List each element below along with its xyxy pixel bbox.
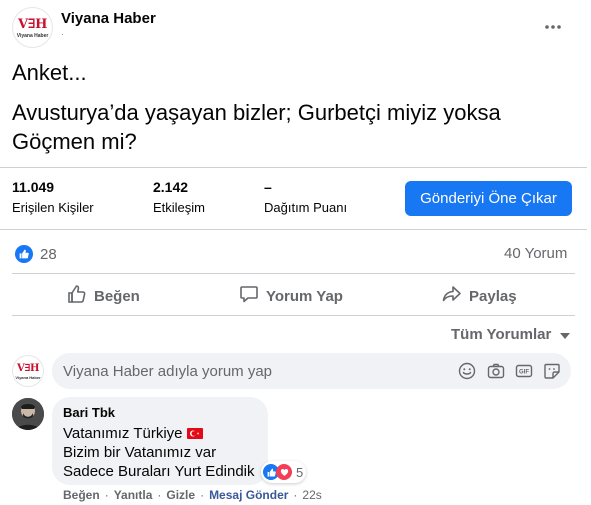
comment-line: Bizim bir Vatanımız var xyxy=(63,444,217,461)
engagement-stat: 2.142 Etkileşim xyxy=(153,179,205,215)
comment-like-link[interactable]: Beğen xyxy=(63,488,100,502)
divider xyxy=(12,273,575,274)
reaction-count: 28 xyxy=(40,245,57,263)
gif-icon[interactable]: GIF xyxy=(514,361,534,381)
svg-text:GIF: GIF xyxy=(519,370,529,376)
distribution-stat: – Dağıtım Puanı xyxy=(264,179,347,215)
post-meta: · xyxy=(61,30,64,39)
avatar[interactable] xyxy=(12,398,44,430)
emoji-icon[interactable] xyxy=(457,361,477,381)
like-label: Beğen xyxy=(94,287,140,305)
comment-reactions-badge[interactable]: 5 xyxy=(261,461,307,483)
comment-author-link[interactable]: Bari Tbk xyxy=(63,405,115,420)
comment-hide-link[interactable]: Gizle xyxy=(166,488,195,502)
page-name-link[interactable]: Viyana Haber xyxy=(61,10,156,27)
reactions-summary[interactable]: 28 xyxy=(15,244,57,264)
sticker-icon[interactable] xyxy=(542,361,562,381)
thumbs-up-icon xyxy=(67,284,87,309)
comment-timestamp[interactable]: 22s xyxy=(302,488,321,502)
comment-sort-dropdown[interactable]: Tüm Yorumlar xyxy=(451,326,571,343)
separator-dot: · xyxy=(157,488,162,502)
post-body: Avusturya’da yaşayan bizler; Gurbetçi mi… xyxy=(12,100,501,154)
share-button[interactable]: Paylaş xyxy=(442,283,517,309)
turkey-flag-icon xyxy=(186,428,203,439)
post-header: V∃H Viyana Haber Viyana Haber · xyxy=(0,0,591,56)
send-message-link[interactable]: Mesaj Gönder xyxy=(209,488,288,502)
composer-avatar-logo: V∃H Viyana Haber xyxy=(12,355,44,387)
logo-subtitle: Viyana Haber xyxy=(16,33,49,39)
camera-icon[interactable] xyxy=(486,361,506,381)
engagement-value: 2.142 xyxy=(153,179,189,195)
reach-stat: 11.049 Erişilen Kişiler xyxy=(12,179,94,215)
separator-dot: · xyxy=(293,488,298,502)
comment-line: Sadece Buraları Yurt Edindik xyxy=(63,463,255,480)
share-arrow-icon xyxy=(442,284,462,309)
divider xyxy=(0,229,587,230)
comment-actions: Beğen · Yanıtla · Gizle · Mesaj Gönder ·… xyxy=(63,488,322,502)
engagement-label: Etkileşim xyxy=(153,200,206,215)
divider xyxy=(0,167,587,168)
comment-reply-link[interactable]: Yanıtla xyxy=(114,488,153,502)
love-reaction-icon xyxy=(276,464,292,480)
separator-dot: · xyxy=(200,488,205,502)
share-label: Paylaş xyxy=(469,287,517,305)
comment-composer[interactable]: GIF xyxy=(52,353,571,389)
logo-subtitle: Viyana Haber xyxy=(15,375,41,380)
post-title: Anket... xyxy=(12,60,87,85)
separator-dot: · xyxy=(104,488,109,502)
page-avatar-logo[interactable]: V∃H Viyana Haber xyxy=(12,7,53,48)
reach-label: Erişilen Kişiler xyxy=(12,200,94,215)
more-options-icon[interactable] xyxy=(539,13,567,41)
comment-input[interactable] xyxy=(63,353,443,389)
distribution-label: Dağıtım Puanı xyxy=(264,200,348,215)
boost-post-button[interactable]: Gönderiyi Öne Çıkar xyxy=(405,181,572,216)
comment-button[interactable]: Yorum Yap xyxy=(239,283,343,309)
chevron-down-icon xyxy=(560,332,571,339)
divider xyxy=(12,315,575,316)
comment-label: Yorum Yap xyxy=(266,287,343,305)
comment-line: Vatanımız Türkiye xyxy=(63,425,183,442)
distribution-value: – xyxy=(264,179,272,195)
comment-text: Vatanımız Türkiye Bizim bir Vatanımız va… xyxy=(63,424,255,481)
like-button[interactable]: Beğen xyxy=(67,283,140,309)
comment-sort-label: Tüm Yorumlar xyxy=(451,326,552,343)
like-reaction-icon xyxy=(15,245,33,263)
reach-value: 11.049 xyxy=(12,179,55,195)
comment-reaction-count: 5 xyxy=(296,464,304,480)
comment-bubble: Bari Tbk Vatanımız Türkiye Bizim bir Vat… xyxy=(52,397,268,485)
logo-text: V∃H xyxy=(18,17,47,32)
comment-bubble-icon xyxy=(239,284,259,309)
comment-count-link[interactable]: 40 Yorum xyxy=(504,245,567,262)
logo-text: V∃H xyxy=(17,363,39,374)
